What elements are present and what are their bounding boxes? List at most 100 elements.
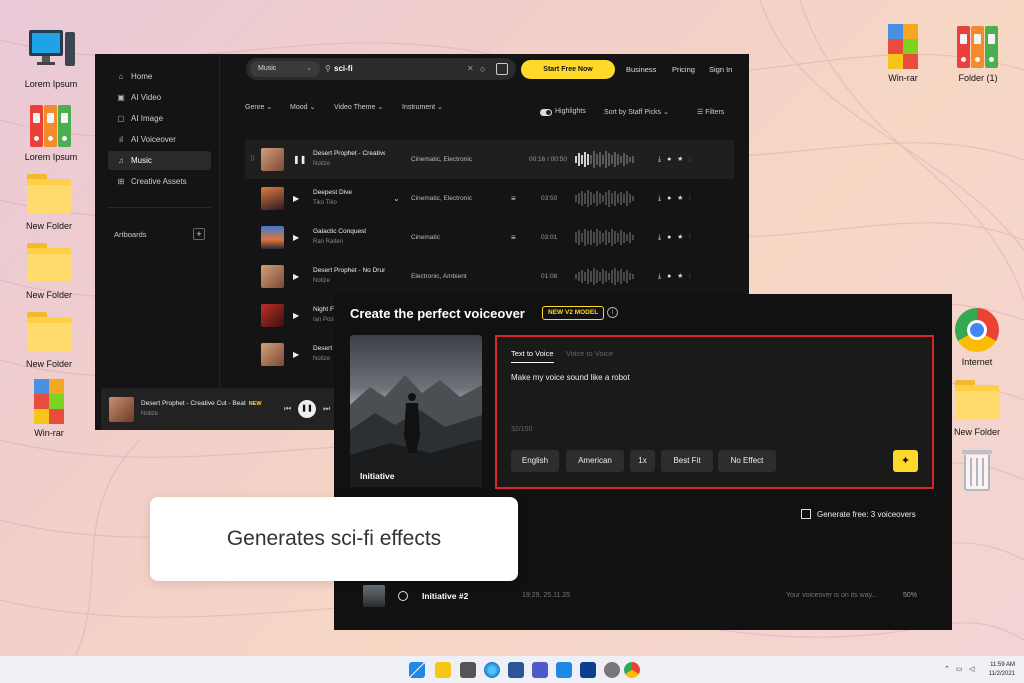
start-free-button[interactable]: Start Free Now bbox=[521, 60, 615, 79]
track-row[interactable]: ▶ Desert Prophet - No Drums Notize Elect… bbox=[245, 257, 734, 296]
download-icon[interactable]: ⤓ bbox=[658, 156, 667, 163]
network-icon[interactable]: ▭ bbox=[956, 656, 963, 683]
tab-voice-to-voice[interactable]: Voice to Voice bbox=[566, 349, 613, 358]
stems-icon[interactable]: ≡ bbox=[511, 218, 516, 257]
desktop-icon-folder-1[interactable]: Folder (1) bbox=[938, 22, 1018, 83]
desktop-icon-folder[interactable]: New Folder bbox=[9, 308, 89, 369]
sidebar-item-ai-image[interactable]: ▢ AI Image bbox=[108, 109, 211, 128]
track-artist[interactable]: Tiko Tiko bbox=[313, 200, 337, 206]
chevron-down-icon[interactable]: ⌄ bbox=[393, 179, 400, 218]
track-artist[interactable]: Ran Raiten bbox=[313, 239, 343, 245]
waveform[interactable] bbox=[575, 149, 637, 170]
star-icon[interactable]: ★ bbox=[677, 195, 689, 202]
start-icon[interactable] bbox=[409, 662, 425, 678]
track-artist[interactable]: Notize bbox=[313, 278, 330, 284]
filter-mood[interactable]: Mood ⌄ bbox=[290, 103, 315, 111]
magnifier-icon[interactable]: ○ bbox=[480, 58, 485, 80]
teams-icon[interactable] bbox=[532, 662, 548, 678]
store-icon[interactable] bbox=[508, 662, 524, 678]
clock[interactable]: 11:59 AM 11/2/2021 bbox=[985, 661, 1015, 679]
download-icon[interactable]: ⤓ bbox=[658, 195, 667, 202]
star-icon[interactable]: ★ bbox=[677, 273, 689, 280]
info-icon[interactable]: i bbox=[607, 307, 618, 318]
generate-button[interactable]: ✦ bbox=[893, 450, 918, 472]
history-item[interactable]: Initiative #2 19:29, 25.11.25 Your voice… bbox=[363, 583, 925, 609]
play-icon[interactable]: ▶ bbox=[293, 296, 299, 335]
track-artist[interactable]: Ian Post bbox=[313, 317, 335, 323]
desktop-icon-winrar[interactable]: Win-rar bbox=[863, 22, 943, 83]
track-title[interactable]: Galactic Conquest bbox=[313, 228, 385, 235]
settings-icon[interactable] bbox=[604, 662, 620, 678]
filter-instrument[interactable]: Instrument ⌄ bbox=[402, 103, 443, 111]
more-icon[interactable]: ⋮ bbox=[689, 234, 697, 241]
desktop-icon-computer[interactable]: Lorem Ipsum bbox=[11, 28, 91, 89]
sort-dropdown[interactable]: Sort by Staff Picks ⌄ bbox=[604, 108, 669, 116]
search-input[interactable]: sci-fi bbox=[334, 58, 353, 80]
sidebar-item-home[interactable]: ⌂ Home bbox=[108, 67, 211, 86]
copy-icon[interactable]: ● bbox=[667, 156, 677, 163]
track-title[interactable]: Desert Prophet - No Drums bbox=[313, 267, 385, 274]
clear-search-icon[interactable]: ✕ bbox=[467, 58, 474, 80]
previous-icon[interactable]: ⏮ bbox=[284, 388, 291, 430]
accent-select[interactable]: American bbox=[566, 450, 624, 472]
filter-genre[interactable]: Genre ⌄ bbox=[245, 103, 272, 111]
tab-text-to-voice[interactable]: Text to Voice bbox=[511, 349, 554, 363]
player-pause-button[interactable]: ❚❚ bbox=[298, 400, 316, 418]
star-icon[interactable]: ★ bbox=[677, 234, 689, 241]
track-artist[interactable]: Notize bbox=[313, 161, 330, 167]
chrome-taskbar-icon[interactable] bbox=[624, 662, 640, 678]
edge-icon[interactable] bbox=[484, 662, 500, 678]
language-select[interactable]: English bbox=[511, 450, 559, 472]
track-row[interactable]: ⠿ ❚❚ Desert Prophet - Creative Cut Notiz… bbox=[245, 140, 734, 179]
player-title[interactable]: Desert Prophet - Creative Cut - Beat NEW bbox=[141, 400, 262, 407]
effect-select[interactable]: No Effect bbox=[718, 450, 776, 472]
waveform[interactable] bbox=[575, 188, 637, 209]
desktop-icon-folder[interactable]: New Folder bbox=[9, 239, 89, 300]
voice-image[interactable]: Initiative bbox=[350, 335, 482, 487]
play-icon[interactable]: ▶ bbox=[293, 257, 299, 296]
nav-link-sign-in[interactable]: Sign In bbox=[709, 60, 732, 79]
sidebar-item-music[interactable]: ♫ Music bbox=[108, 151, 211, 170]
speed-select[interactable]: 1x bbox=[630, 450, 655, 472]
download-icon[interactable]: ⤓ bbox=[658, 273, 667, 280]
nav-link-pricing[interactable]: Pricing bbox=[672, 60, 695, 79]
copy-icon[interactable]: ● bbox=[667, 234, 677, 241]
visual-search-icon[interactable] bbox=[496, 63, 508, 75]
drag-handle-icon[interactable]: ⠿ bbox=[250, 140, 255, 179]
track-row[interactable]: ▶ Deepest Dive Tiko Tiko ⌄ Cinematic, El… bbox=[245, 179, 734, 218]
sidebar-item-ai-video[interactable]: ▣ AI Video bbox=[108, 88, 211, 107]
nav-link-business[interactable]: Business bbox=[626, 60, 656, 79]
camera-icon[interactable] bbox=[460, 662, 476, 678]
fit-select[interactable]: Best Fit bbox=[661, 450, 713, 472]
play-icon[interactable]: ▶ bbox=[293, 179, 299, 218]
file-explorer-icon[interactable] bbox=[435, 662, 451, 678]
active-app-icon[interactable] bbox=[580, 662, 596, 678]
download-icon[interactable]: ⤓ bbox=[658, 234, 667, 241]
play-icon[interactable]: ▶ bbox=[293, 335, 299, 374]
copy-icon[interactable]: ● bbox=[667, 273, 677, 280]
more-icon[interactable]: ⋮ bbox=[689, 156, 697, 163]
app-icon[interactable] bbox=[556, 662, 572, 678]
pause-icon[interactable]: ❚❚ bbox=[293, 140, 306, 179]
track-row[interactable]: ▶ Galactic Conquest Ran Raiten Cinematic… bbox=[245, 218, 734, 257]
more-icon[interactable]: ⋮ bbox=[689, 273, 697, 280]
track-title[interactable]: Deepest Dive bbox=[313, 189, 385, 196]
search-category-select[interactable]: Music ⌄ bbox=[250, 61, 320, 77]
prompt-textarea[interactable]: Make my voice sound like a robot bbox=[511, 373, 630, 382]
add-artboard-button[interactable]: + bbox=[193, 228, 205, 240]
desktop-icon-binders[interactable]: Lorem Ipsum bbox=[11, 101, 91, 162]
copy-icon[interactable]: ● bbox=[667, 195, 677, 202]
track-artist[interactable]: Notize bbox=[313, 356, 330, 362]
waveform[interactable] bbox=[575, 227, 637, 248]
filter-video-theme[interactable]: Video Theme ⌄ bbox=[334, 103, 383, 111]
waveform[interactable] bbox=[575, 266, 637, 287]
tray-chevron-icon[interactable]: ⌃ bbox=[944, 656, 950, 683]
next-icon[interactable]: ⏭ bbox=[323, 388, 330, 430]
track-title[interactable]: Desert Prophet - Creative Cut bbox=[313, 150, 385, 157]
stems-icon[interactable]: ≡ bbox=[511, 179, 516, 218]
more-icon[interactable]: ⋮ bbox=[689, 195, 697, 202]
volume-icon[interactable]: ◁ bbox=[969, 656, 974, 683]
player-artist[interactable]: Notize bbox=[141, 411, 158, 417]
star-icon[interactable]: ★ bbox=[677, 156, 689, 163]
sidebar-item-creative-assets[interactable]: ⊞ Creative Assets bbox=[108, 172, 211, 191]
